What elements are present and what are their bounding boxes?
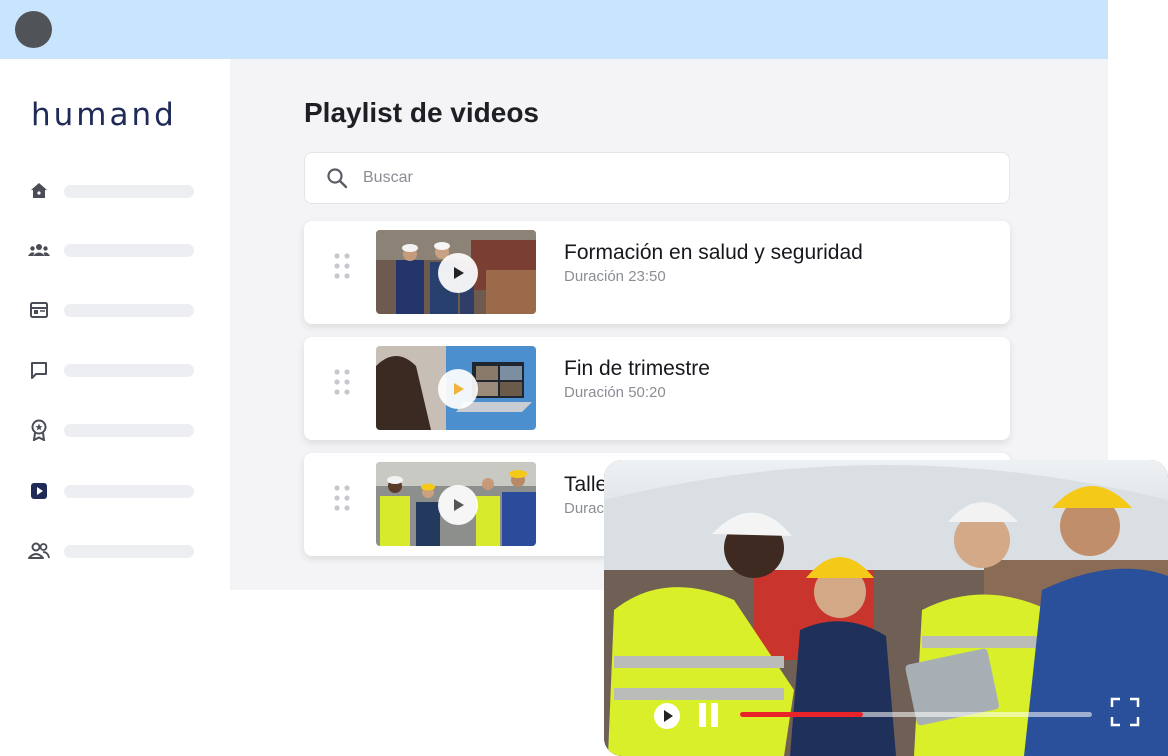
sidebar-item-placeholder [64, 544, 194, 558]
video-player[interactable] [604, 460, 1168, 756]
progress-fill [740, 712, 864, 717]
groups-icon [28, 239, 50, 261]
search-icon [325, 166, 349, 190]
video-title[interactable]: Fin de trimestre [564, 357, 710, 381]
sidebar-item-placeholder [64, 303, 194, 317]
chat-icon [28, 359, 50, 381]
drag-handle-icon[interactable] [332, 252, 354, 288]
video-play-icon [28, 480, 50, 502]
avatar[interactable] [15, 11, 52, 48]
sidebar-item-groups[interactable] [28, 239, 198, 261]
page-title: Playlist de videos [304, 97, 539, 128]
top-bar [0, 0, 1108, 59]
pause-button[interactable] [697, 702, 721, 733]
home-icon [28, 180, 50, 202]
sidebar-item-placeholder [64, 184, 194, 198]
people-icon [28, 540, 50, 562]
video-title[interactable]: Formación en salud y seguridad [564, 241, 863, 265]
search-box[interactable] [304, 152, 1010, 204]
sidebar-item-home[interactable] [28, 180, 198, 202]
drag-handle-icon[interactable] [332, 368, 354, 404]
progress-bar[interactable] [740, 712, 1092, 717]
sidebar: humand [0, 59, 230, 590]
calendar-icon [28, 299, 50, 321]
sidebar-item-placeholder [64, 423, 194, 437]
sidebar-item-videos[interactable] [28, 480, 198, 502]
sidebar-item-chat[interactable] [28, 359, 198, 381]
video-item-1[interactable]: Formación en salud y seguridad Duración … [304, 221, 1010, 324]
thumbnail-play-button[interactable] [438, 369, 478, 409]
humand-logo: humand [31, 97, 177, 133]
fullscreen-button[interactable] [1110, 697, 1140, 732]
pause-icon [699, 703, 718, 727]
search-input[interactable] [361, 168, 965, 188]
fullscreen-icon [1110, 697, 1140, 727]
sidebar-item-awards[interactable] [28, 419, 198, 441]
sidebar-item-placeholder [64, 363, 194, 377]
sidebar-item-calendar[interactable] [28, 299, 198, 321]
video-duration: Duración 23:50 [564, 268, 666, 285]
video-thumbnail[interactable] [376, 230, 536, 314]
video-duration: Duración 50:20 [564, 384, 666, 401]
sidebar-item-people[interactable] [28, 540, 198, 562]
sidebar-item-placeholder [64, 243, 194, 257]
sidebar-item-placeholder [64, 484, 194, 498]
award-icon [28, 419, 50, 441]
play-button[interactable] [653, 702, 681, 735]
video-thumbnail[interactable] [376, 462, 536, 546]
play-icon [654, 703, 680, 729]
video-thumbnail[interactable] [376, 346, 536, 430]
drag-handle-icon[interactable] [332, 484, 354, 520]
thumbnail-play-button[interactable] [438, 253, 478, 293]
thumbnail-play-button[interactable] [438, 485, 478, 525]
video-item-2[interactable]: Fin de trimestre Duración 50:20 [304, 337, 1010, 440]
